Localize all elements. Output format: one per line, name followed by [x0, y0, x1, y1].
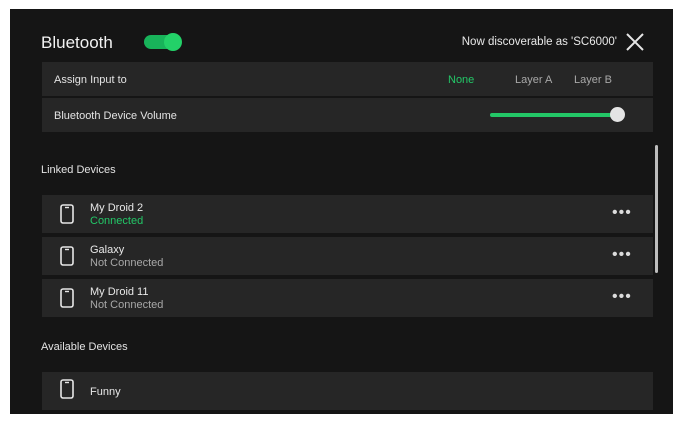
assign-input-row: Assign Input to None Layer A Layer B — [42, 62, 653, 96]
more-options-icon[interactable]: ••• — [612, 205, 632, 221]
scrollbar[interactable] — [655, 145, 658, 273]
assign-option-layer-b[interactable]: Layer B — [574, 74, 612, 86]
phone-icon — [60, 246, 74, 266]
discoverable-status: Now discoverable as 'SC6000' — [461, 36, 617, 48]
bluetooth-settings-screen: Bluetooth Now discoverable as 'SC6000' A… — [10, 9, 673, 414]
close-icon[interactable] — [624, 31, 646, 53]
linked-devices-heading: Linked Devices — [41, 164, 116, 176]
device-name: My Droid 11 — [90, 286, 149, 298]
device-name: My Droid 2 — [90, 202, 144, 214]
linked-device-item[interactable]: My Droid 2 Connected ••• — [42, 195, 653, 233]
device-status: Not Connected — [90, 299, 164, 311]
volume-slider-knob[interactable] — [610, 107, 625, 122]
device-status: Connected — [90, 215, 144, 227]
bluetooth-toggle[interactable] — [144, 33, 182, 51]
assign-option-layer-a[interactable]: Layer A — [515, 74, 552, 86]
volume-row: Bluetooth Device Volume — [42, 98, 653, 132]
available-devices-heading: Available Devices — [41, 341, 128, 353]
header: Bluetooth Now discoverable as 'SC6000' — [10, 9, 673, 61]
linked-device-item[interactable]: Galaxy Not Connected ••• — [42, 237, 653, 275]
phone-icon — [60, 288, 74, 308]
volume-label: Bluetooth Device Volume — [54, 110, 177, 122]
more-options-icon[interactable]: ••• — [612, 247, 632, 263]
toggle-knob — [164, 33, 182, 51]
linked-device-item[interactable]: My Droid 11 Not Connected ••• — [42, 279, 653, 317]
assign-option-none[interactable]: None — [448, 74, 474, 86]
phone-icon — [60, 204, 74, 224]
page-title: Bluetooth — [41, 33, 113, 52]
volume-slider-track[interactable] — [490, 113, 617, 117]
assign-input-label: Assign Input to — [54, 74, 127, 86]
device-status: Not Connected — [90, 257, 164, 269]
more-options-icon[interactable]: ••• — [612, 289, 632, 305]
device-name: Funny — [90, 386, 121, 398]
available-device-item[interactable]: Funny — [42, 372, 653, 410]
device-name: Galaxy — [90, 244, 125, 256]
phone-icon — [60, 379, 74, 399]
